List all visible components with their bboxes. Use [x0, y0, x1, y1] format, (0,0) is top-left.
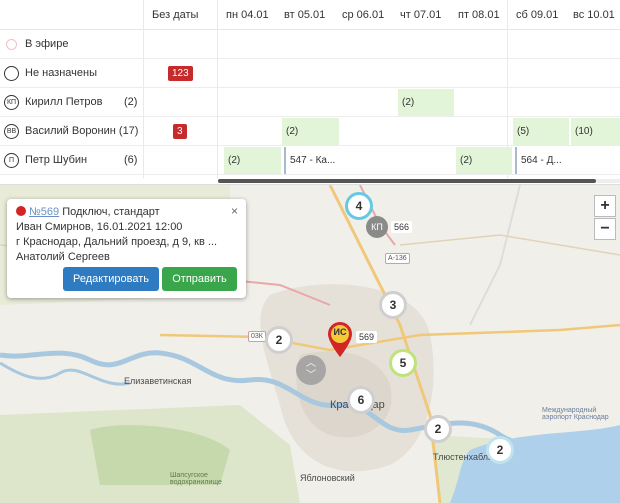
avatar: П	[4, 153, 19, 168]
order-address: г Краснодар, Дальний проезд, д 9, кв ...	[16, 236, 218, 248]
row-name: Василий Воронин (17)	[25, 125, 139, 137]
row-worker-voronin[interactable]: ВВ Василий Воронин (17) 3 (2) (5) (10)	[0, 117, 620, 146]
order-worker: Анатолий Сергеев	[16, 251, 110, 263]
order-number-link[interactable]: №569	[29, 206, 59, 218]
map-cluster[interactable]: 2	[424, 415, 452, 443]
zoom-in-button[interactable]: +	[594, 195, 616, 217]
road-shield: 03К	[248, 331, 266, 342]
column-sat: сб 09.01	[516, 9, 559, 21]
column-fri: пт 08.01	[458, 9, 500, 21]
marker-label: ИС	[333, 327, 347, 337]
map-marker-icon[interactable]	[325, 320, 355, 358]
send-button[interactable]: Отправить	[162, 267, 237, 291]
map-cluster[interactable]: 5	[389, 349, 417, 377]
map-cluster[interactable]: 2	[265, 326, 293, 354]
column-sun: вс 10.01	[573, 9, 615, 21]
row-name: Не назначены	[25, 67, 98, 79]
column-thu: чт 07.01	[400, 9, 442, 21]
task-cell[interactable]: 564 - Д...	[515, 147, 570, 174]
chevron-up-icon: ︿	[306, 358, 316, 369]
on-air-icon	[6, 39, 17, 50]
chevron-down-icon: ﹀	[306, 370, 316, 381]
row-worker-shubin[interactable]: П Петр Шубин (6) (2) 547 - Ка... (2) 564…	[0, 146, 620, 175]
place-label: Тлюстенхабль	[433, 452, 493, 462]
schedule-cell[interactable]: (5)	[513, 118, 569, 145]
status-dot-icon	[16, 206, 26, 216]
order-client: Иван Смирнов, 16.01.2021 12:00	[16, 221, 183, 233]
row-name: Петр Шубин	[25, 154, 88, 166]
order-title: Подключ, стандарт	[62, 206, 160, 218]
marker-number: 569	[356, 331, 378, 343]
map-cluster[interactable]: 4	[345, 192, 373, 220]
schedule-cell[interactable]: (10)	[571, 118, 620, 145]
schedule-grid: Без даты пн 04.01 вт 05.01 ср 06.01 чт 0…	[0, 0, 620, 185]
place-label: Яблоновский	[300, 473, 355, 483]
edit-button[interactable]: Редактировать	[63, 267, 159, 291]
map-cluster[interactable]: 6	[347, 386, 375, 414]
row-name: Кирилл Петров	[25, 96, 103, 108]
row-unassigned[interactable]: Не назначены 123	[0, 59, 620, 88]
order-popup: №569 Подключ, стандарт Иван Смирнов, 16.…	[7, 199, 246, 298]
unassigned-count-badge[interactable]: 123	[168, 66, 193, 81]
avatar: КП	[4, 95, 19, 110]
collapse-panel-handle[interactable]: ︿ ﹀	[296, 355, 326, 385]
column-mon: пн 04.01	[226, 9, 269, 21]
horizontal-scroll-thumb[interactable]	[218, 179, 596, 183]
worker-pin-number: 566	[391, 221, 413, 233]
schedule-cell[interactable]: (2)	[224, 147, 281, 174]
row-count: (6)	[124, 154, 138, 166]
road-shield: А-136	[385, 253, 410, 264]
schedule-cell[interactable]: (2)	[282, 118, 339, 145]
circle-icon	[4, 66, 19, 81]
popup-title-line: №569 Подключ, стандарт	[16, 205, 237, 220]
task-cell[interactable]: 547 - Ка...	[284, 147, 339, 174]
place-label: Шапсугское водохранилище	[170, 472, 222, 486]
map-cluster[interactable]: 2	[486, 436, 514, 464]
date-header-row: Без даты пн 04.01 вт 05.01 ср 06.01 чт 0…	[0, 0, 620, 30]
place-label: Елизаветинская	[124, 376, 192, 386]
row-worker-petrov[interactable]: КП Кирилл Петров (2) (2)	[0, 88, 620, 117]
schedule-cell[interactable]: (2)	[456, 147, 512, 174]
avatar: ВВ	[4, 124, 19, 139]
column-wed: ср 06.01	[342, 9, 385, 21]
zoom-out-button[interactable]: −	[594, 218, 616, 240]
close-icon[interactable]: ×	[231, 204, 238, 218]
worker-pin[interactable]: КП	[366, 216, 388, 238]
row-name: В эфире	[25, 38, 69, 50]
row-count: (2)	[124, 96, 138, 108]
column-no-date: Без даты	[152, 9, 199, 21]
place-label: Международный аэропорт Краснодар	[542, 407, 609, 421]
schedule-cell[interactable]: (2)	[398, 89, 454, 116]
column-tue: вт 05.01	[284, 9, 326, 21]
row-on-air[interactable]: В эфире	[0, 30, 620, 59]
map-cluster[interactable]: 3	[379, 291, 407, 319]
voronin-count-badge[interactable]: 3	[173, 124, 187, 139]
